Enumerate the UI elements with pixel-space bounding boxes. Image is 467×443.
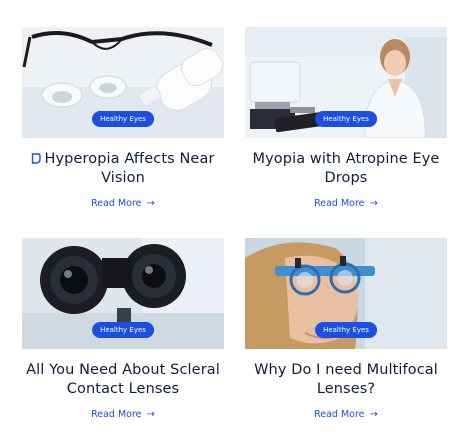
article-thumbnail[interactable]: Healthy Eyes xyxy=(22,238,224,349)
arrow-right-icon: → xyxy=(369,409,378,420)
read-more-link[interactable]: Read More → xyxy=(314,409,378,420)
bookmark-outline-icon xyxy=(32,153,42,164)
read-more-label: Read More xyxy=(91,198,142,209)
article-card: Healthy Eyes Why Do I need Multifocal Le… xyxy=(245,238,447,438)
arrow-right-icon: → xyxy=(146,409,155,420)
article-title[interactable]: Myopia with Atropine Eye Drops xyxy=(245,150,447,188)
article-thumbnail[interactable]: Healthy Eyes xyxy=(245,27,447,138)
article-title[interactable]: Why Do I need Multifocal Lenses? xyxy=(245,361,447,399)
article-title[interactable]: Hyperopia Affects Near Vision xyxy=(22,150,224,188)
article-card: Healthy Eyes All You Need About Scleral … xyxy=(22,238,224,438)
category-badge[interactable]: Healthy Eyes xyxy=(92,111,154,127)
article-title-text: Hyperopia Affects Near Vision xyxy=(44,151,215,186)
read-more-label: Read More xyxy=(314,198,365,209)
arrow-right-icon: → xyxy=(146,198,155,209)
article-thumbnail[interactable]: Healthy Eyes xyxy=(22,27,224,138)
category-badge[interactable]: Healthy Eyes xyxy=(315,322,377,338)
read-more-link[interactable]: Read More → xyxy=(314,198,378,209)
read-more-link[interactable]: Read More → xyxy=(91,409,155,420)
article-card: Healthy Eyes Myopia with Atropine Eye Dr… xyxy=(245,27,447,227)
read-more-label: Read More xyxy=(91,409,142,420)
article-card: Healthy Eyes Hyperopia Affects Near Visi… xyxy=(22,27,224,227)
article-title[interactable]: All You Need About Scleral Contact Lense… xyxy=(22,361,224,399)
article-thumbnail[interactable]: Healthy Eyes xyxy=(245,238,447,349)
arrow-right-icon: → xyxy=(369,198,378,209)
read-more-label: Read More xyxy=(314,409,365,420)
article-grid: Healthy Eyes Hyperopia Affects Near Visi… xyxy=(0,0,467,443)
category-badge[interactable]: Healthy Eyes xyxy=(315,111,377,127)
category-badge[interactable]: Healthy Eyes xyxy=(92,322,154,338)
read-more-link[interactable]: Read More → xyxy=(91,198,155,209)
